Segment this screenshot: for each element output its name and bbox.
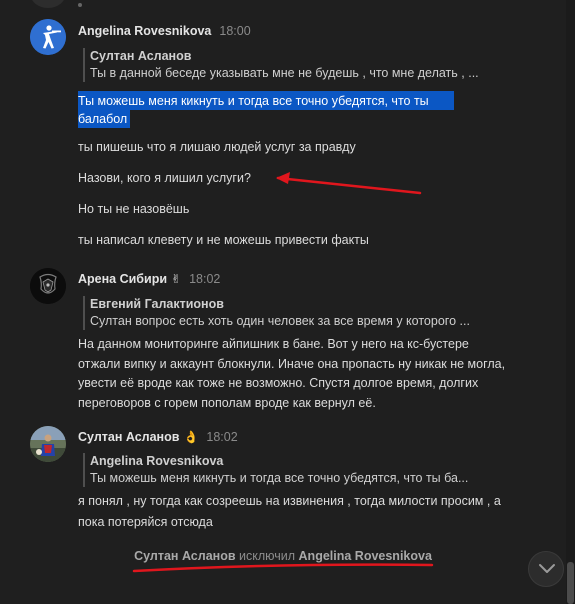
previous-message-marker [78, 3, 82, 7]
photo-avatar-icon[interactable] [30, 426, 66, 462]
author-name[interactable]: Арена Сибири [78, 272, 167, 286]
quote-author: Евгений Галактионов [90, 297, 224, 311]
service-target[interactable]: Angelina Rovesnikova [299, 549, 432, 563]
message-header: Арена Сибири ✌ 18:02 [78, 272, 220, 286]
scroll-down-button[interactable] [528, 551, 564, 587]
red-underline-annotation [132, 563, 434, 573]
reply-quote[interactable]: Евгений Галактионов Султан вопрос есть х… [83, 296, 495, 330]
chevron-down-icon [539, 564, 555, 573]
reply-quote[interactable]: Султан Асланов Ты в данной беседе указыв… [83, 48, 495, 82]
message-time[interactable]: 18:00 [219, 24, 250, 38]
scrollbar-thumb[interactable] [567, 562, 574, 604]
reply-quote[interactable]: Angelina Rovesnikova Ты можешь меня кикн… [83, 453, 495, 487]
author-name[interactable]: Angelina Rovesnikova [78, 24, 211, 38]
chat-history: Angelina Rovesnikova 18:00 Султан Асланов… [0, 0, 566, 604]
quote-text: Ты в данной беседе указывать мне не буде… [90, 66, 479, 80]
counter-strike-silhouette-icon[interactable] [30, 19, 66, 55]
service-message: Султан Асланов исключил Angelina Rovesni… [0, 549, 566, 563]
message-header: Султан Асланов 👌 18:02 [78, 430, 238, 444]
service-actor[interactable]: Султан Асланов [134, 549, 235, 563]
selected-text-block[interactable]: Ты можешь меня кикнуть и тогда все точно… [78, 91, 454, 128]
red-arrow-annotation [276, 172, 422, 195]
ok-hand-icon: 👌 [183, 430, 199, 444]
message-time[interactable]: 18:02 [189, 272, 220, 286]
message-text: ты пишешь что я лишаю людей услуг за пра… [78, 140, 356, 154]
victory-hand-icon: ✌ [171, 272, 182, 286]
message-text: Но ты не назовёшь [78, 202, 190, 216]
quote-author: Angelina Rovesnikova [90, 454, 224, 468]
dark-logo-icon[interactable] [30, 268, 66, 304]
message-time[interactable]: 18:02 [206, 430, 237, 444]
message-text: ты написал клевету и не можешь привести … [78, 233, 369, 247]
quote-text: Султан вопрос есть хоть один человек за … [90, 314, 470, 328]
message-text: я понял , ну тогда как созреешь на извин… [78, 494, 501, 529]
message-text: Назови, кого я лишил услуги? [78, 171, 251, 185]
quote-text: Ты можешь меня кикнуть и тогда все точно… [90, 471, 469, 485]
scrollbar[interactable] [566, 0, 575, 604]
service-action: исключил [239, 549, 296, 563]
author-name[interactable]: Султан Асланов [78, 430, 179, 444]
message-text: На данном мониторинге айпишник в бане. В… [78, 337, 506, 410]
message-text-selected: Ты можешь меня кикнуть и тогда все точно… [78, 94, 429, 126]
message-header: Angelina Rovesnikova 18:00 [78, 24, 251, 38]
quote-author: Султан Асланов [90, 49, 192, 63]
previous-message-avatar [30, 0, 66, 8]
